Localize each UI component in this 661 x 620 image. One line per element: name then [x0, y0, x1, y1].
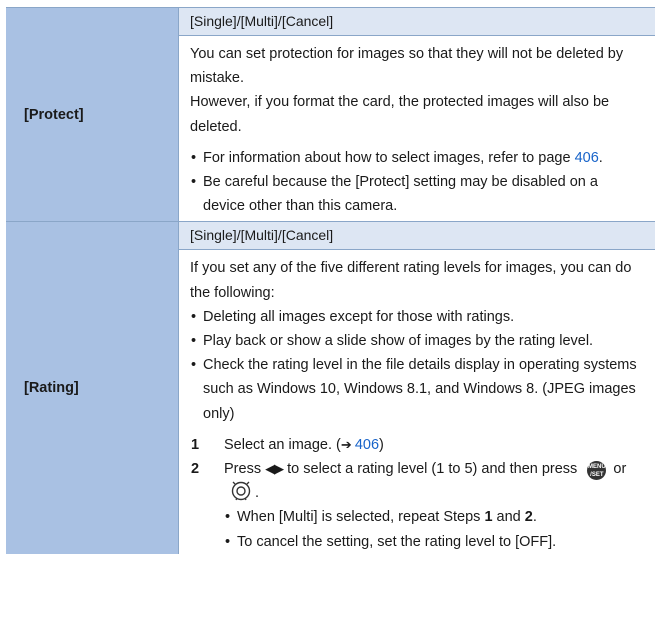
page-link[interactable]: 406 — [575, 150, 599, 166]
setting-label-cell: [Rating] — [6, 222, 179, 554]
menu-set-button-icon: MENU/SET — [587, 461, 607, 481]
description: You can set protection for images so tha… — [179, 36, 655, 221]
bullet-list: When [Multi] is selected, repeat Steps 1… — [224, 505, 639, 554]
arrow-right-icon: ➔ — [340, 436, 352, 452]
step-2: 2 Press ◀▶ to select a rating level (1 t… — [190, 457, 639, 554]
description: If you set any of the five different rat… — [179, 250, 655, 554]
control-dial-icon — [231, 481, 251, 501]
left-right-arrows-icon: ◀▶ — [265, 461, 284, 477]
bullet-list: Deleting all images except for those wit… — [190, 305, 639, 426]
paragraph: You can set protection for images so tha… — [190, 46, 624, 87]
options-line: [Single]/[Multi]/[Cancel] — [179, 222, 655, 251]
settings-table: [Protect] [Single]/[Multi]/[Cancel] You … — [6, 7, 655, 554]
list-item: Be careful because the [Protect] setting… — [190, 170, 639, 218]
list-item: Deleting all images except for those wit… — [190, 305, 639, 329]
bullet-list: For information about how to select imag… — [190, 146, 639, 219]
table-row-protect: [Protect] [Single]/[Multi]/[Cancel] You … — [6, 7, 655, 223]
list-item: Play back or show a slide show of images… — [190, 329, 639, 353]
table-row-rating: [Rating] [Single]/[Multi]/[Cancel] If yo… — [6, 222, 655, 554]
setting-content-cell: [Single]/[Multi]/[Cancel] You can set pr… — [179, 8, 655, 221]
setting-label-protect: [Protect] — [24, 106, 84, 123]
list-item: For information about how to select imag… — [190, 146, 639, 170]
step-1: 1 Select an image. (➔ 406) — [191, 436, 384, 453]
setting-content-cell: [Single]/[Multi]/[Cancel] If you set any… — [179, 222, 655, 554]
options-line: [Single]/[Multi]/[Cancel] — [179, 8, 655, 36]
paragraph: If you set any of the five different rat… — [190, 260, 632, 301]
list-item: When [Multi] is selected, repeat Steps 1… — [224, 505, 639, 529]
setting-label-rating: [Rating] — [24, 380, 79, 397]
list-item: Check the rating level in the file detai… — [190, 353, 639, 426]
list-item: To cancel the setting, set the rating le… — [224, 530, 639, 554]
setting-label-cell: [Protect] — [6, 8, 179, 222]
page-link[interactable]: 406 — [355, 437, 379, 453]
paragraph: However, if you format the card, the pro… — [190, 94, 610, 135]
